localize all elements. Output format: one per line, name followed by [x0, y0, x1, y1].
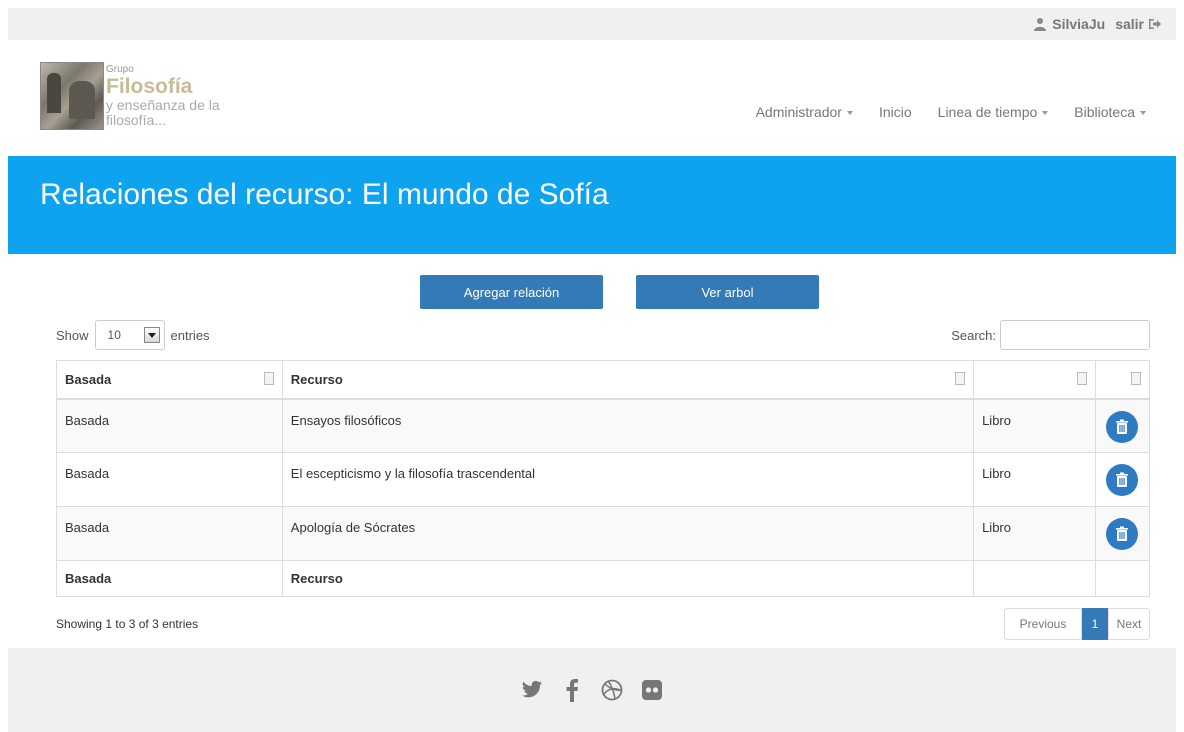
logout-label[interactable]: salir [1115, 16, 1144, 32]
trash-icon[interactable] [1115, 472, 1129, 488]
main-nav: Administrador Inicio Linea de tiempo Bib… [756, 104, 1146, 120]
delete-button[interactable] [1106, 410, 1139, 443]
header-label[interactable]: Basada [65, 372, 111, 387]
column-header-basada[interactable]: Basada [56, 360, 283, 400]
nav-item-biblioteca[interactable]: Biblioteca [1074, 104, 1146, 120]
cell-actions [1094, 506, 1151, 561]
trash-icon[interactable] [1115, 526, 1129, 542]
nav-item-administrador[interactable]: Administrador [756, 104, 853, 120]
site-logo[interactable]: Grupo Filosofía y enseñanza de la filoso… [40, 62, 220, 130]
cell-basada: Basada [56, 452, 283, 507]
column-header-tipo[interactable] [973, 360, 1096, 400]
trash-icon[interactable] [1115, 419, 1129, 435]
previous-page-button[interactable]: Previous [1004, 608, 1082, 640]
cell-basada: Basada [56, 506, 283, 561]
cell-basada: Basada [56, 398, 283, 453]
nav-label[interactable]: Inicio [879, 104, 912, 120]
sort-icon[interactable] [1131, 372, 1141, 385]
search-input[interactable] [1000, 320, 1150, 350]
view-tree-button[interactable]: Ver arbol [636, 275, 819, 309]
table-row: Basada Ensayos filosóficos Libro [56, 398, 1151, 453]
user-menu[interactable]: SilviaJu [1033, 16, 1105, 32]
site-footer [8, 648, 1176, 732]
logo-text: Grupo Filosofía y enseñanza de la filoso… [106, 65, 220, 130]
logo-line-2: Filosofía [106, 75, 193, 98]
next-page-button[interactable]: Next [1108, 608, 1150, 640]
username[interactable]: SilviaJu [1052, 16, 1105, 32]
nav-label[interactable]: Biblioteca [1074, 104, 1135, 120]
dropdown-arrow-icon[interactable] [143, 327, 160, 343]
footer-actions [1094, 560, 1151, 597]
logo-line-1: Grupo [106, 64, 134, 75]
caret-down-icon [846, 111, 853, 115]
cell-actions [1094, 452, 1151, 507]
entries-length-control: Show 10 entries [56, 320, 210, 350]
nav-item-linea-de-tiempo[interactable]: Linea de tiempo [938, 104, 1049, 120]
add-relation-button[interactable]: Agregar relación [420, 275, 603, 309]
relations-table: Basada Recurso Basada Ensayos filosófico… [56, 360, 1151, 597]
nav-label[interactable]: Administrador [756, 104, 842, 120]
table-info: Showing 1 to 3 of 3 entries [56, 617, 199, 631]
table-row: Basada Apología de Sócrates Libro [56, 506, 1151, 561]
delete-button[interactable] [1106, 518, 1139, 550]
footer-recurso: Recurso [281, 560, 975, 597]
cell-actions [1094, 398, 1151, 453]
column-header-recurso[interactable]: Recurso [281, 360, 975, 400]
nav-label[interactable]: Linea de tiempo [938, 104, 1038, 120]
top-bar: SilviaJu salir [8, 8, 1176, 40]
table-footer-row: Basada Recurso [56, 560, 1151, 597]
footer-tipo [973, 560, 1096, 597]
table-controls: Show 10 entries Search: [56, 320, 1150, 350]
action-buttons: Agregar relación Ver arbol [0, 275, 1184, 309]
cell-tipo: Libro [973, 506, 1096, 561]
nav-item-inicio[interactable]: Inicio [879, 104, 912, 120]
table-header-row: Basada Recurso [56, 360, 1151, 400]
cell-recurso: El escepticismo y la filosofía trascende… [281, 452, 975, 507]
user-icon [1033, 17, 1047, 31]
show-label: Show [56, 327, 89, 343]
page-banner: Relaciones del recurso: El mundo de Sofí… [8, 156, 1176, 254]
entries-label: entries [170, 327, 210, 343]
logo-line-3: y enseñanza de la [106, 97, 220, 113]
facebook-icon[interactable] [561, 679, 583, 702]
logo-line-4: filosofía... [106, 112, 166, 128]
twitter-icon[interactable] [521, 679, 543, 701]
cell-recurso: Ensayos filosóficos [281, 398, 975, 453]
cell-tipo: Libro [973, 398, 1096, 453]
search-control: Search: [951, 320, 1150, 350]
footer-basada: Basada [56, 560, 283, 597]
header-label[interactable]: Recurso [291, 372, 343, 387]
site-header: Grupo Filosofía y enseñanza de la filoso… [8, 40, 1176, 156]
sign-out-icon[interactable] [1148, 17, 1162, 31]
pagination: Previous 1 Next [1004, 608, 1150, 640]
delete-button[interactable] [1106, 464, 1139, 496]
table-row: Basada El escepticismo y la filosofía tr… [56, 452, 1151, 507]
sort-icon[interactable] [1076, 372, 1087, 385]
logo-image [40, 62, 104, 130]
caret-down-icon [1140, 111, 1146, 115]
sort-icon[interactable] [263, 372, 274, 385]
dribbble-icon[interactable] [601, 679, 623, 701]
entries-select-value[interactable]: 10 [108, 328, 121, 342]
page-title: Relaciones del recurso: El mundo de Sofí… [40, 178, 609, 211]
column-header-actions[interactable] [1094, 360, 1151, 400]
search-label: Search: [951, 327, 996, 343]
entries-select[interactable]: 10 [94, 320, 165, 350]
sort-icon[interactable] [955, 372, 966, 385]
current-page-button[interactable]: 1 [1082, 608, 1108, 640]
logout-link[interactable]: salir [1115, 16, 1162, 32]
cell-tipo: Libro [973, 452, 1096, 507]
cell-recurso: Apología de Sócrates [281, 506, 975, 561]
flickr-icon[interactable] [641, 679, 663, 701]
caret-down-icon [1042, 111, 1049, 115]
